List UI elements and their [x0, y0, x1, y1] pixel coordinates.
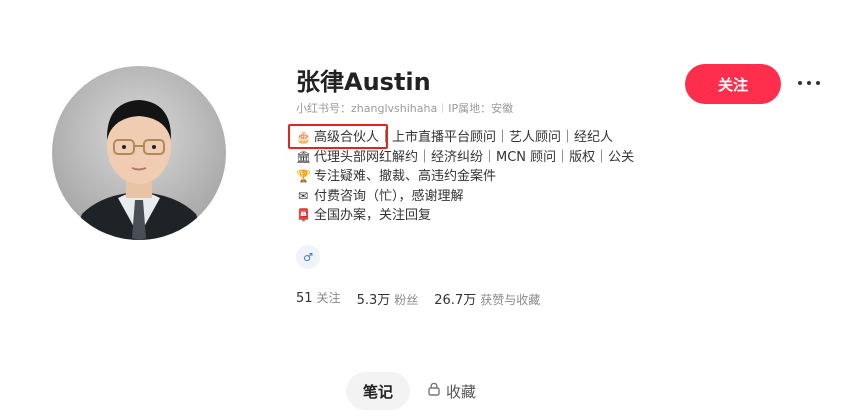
stat-likes[interactable]: 26.7万 获赞与收藏 — [434, 289, 540, 308]
follow-button[interactable]: 关注 — [685, 64, 781, 104]
meta-divider — [442, 103, 444, 113]
postbox-icon: 📮 — [296, 208, 311, 222]
bio-text: 专注疑难、撤裁、高违约金案件 — [314, 169, 497, 184]
bio-text: 付费咨询（忙），感谢理解 — [314, 188, 464, 204]
profile-stats: 51 关注 5.3万 粉丝 26.7万 获赞与收藏 — [296, 289, 540, 308]
stat-following[interactable]: 51 关注 — [296, 289, 341, 308]
bio-roles: ｜上市直播平台顾问｜艺人顾问｜经纪人 — [379, 130, 614, 145]
avatar-image — [52, 66, 226, 240]
bio-text: 代理头部网红解约｜经济纠纷｜MCN 顾问｜版权｜公关 — [314, 149, 635, 165]
profile-name: 张律Austin — [296, 68, 431, 96]
tab-collect-label: 收藏 — [446, 382, 477, 401]
highlight-box — [288, 124, 388, 149]
bio-line: 🏛 代理头部网红解约｜经济纠纷｜MCN 顾问｜版权｜公关 — [296, 148, 634, 168]
tab-notes[interactable]: 笔记 — [346, 372, 410, 410]
bio-text: 全国办案，关注回复 — [314, 208, 432, 223]
stat-number: 51 — [296, 291, 313, 306]
profile-meta: 小红书号：zhanglvshihaha IP属地：安徽 — [296, 100, 513, 116]
bio-line: 📮 全国办案，关注回复 — [296, 206, 634, 226]
ip-location: IP属地：安徽 — [448, 102, 514, 115]
bio-line: ✉ 付费咨询（忙），感谢理解 — [296, 187, 634, 207]
stat-label: 获赞与收藏 — [480, 293, 541, 307]
stat-number: 5.3万 — [356, 293, 391, 308]
bio-line: 🏆 专注疑难、撤裁、高违约金案件 — [296, 167, 634, 187]
stat-label: 粉丝 — [394, 293, 419, 307]
bank-icon: 🏛 — [296, 149, 312, 164]
stat-number: 26.7万 — [434, 293, 477, 308]
envelope-icon: ✉ — [297, 188, 309, 203]
user-id: 小红书号：zhanglvshihaha — [296, 102, 438, 115]
male-icon: ♂ — [303, 250, 313, 264]
more-icon[interactable] — [798, 76, 820, 90]
stat-label: 关注 — [316, 291, 341, 305]
lock-icon — [428, 382, 440, 400]
stat-followers[interactable]: 5.3万 粉丝 — [357, 289, 419, 308]
avatar[interactable] — [52, 66, 226, 240]
tab-collect[interactable]: 收藏 — [428, 380, 476, 402]
trophy-icon: 🏆 — [296, 169, 311, 183]
gender-badge: ♂ — [296, 245, 320, 269]
